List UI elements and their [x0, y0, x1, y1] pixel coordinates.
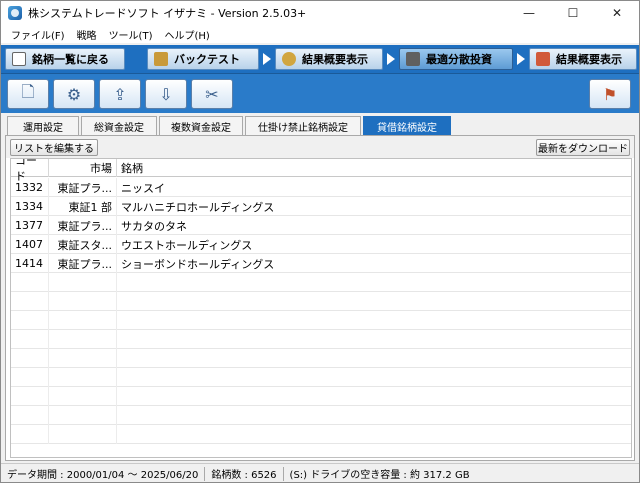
minimize-button[interactable]: —	[507, 1, 551, 25]
flow-arrow-icon	[387, 53, 395, 65]
money-bag-icon	[154, 52, 168, 66]
close-button[interactable]: ✕	[595, 1, 639, 25]
status-bar: データ期間 : 2000/01/04 〜 2025/06/20 銘柄数 : 65…	[1, 463, 639, 482]
tab-margin-stocks[interactable]: 貸借銘柄設定	[363, 116, 451, 135]
stock-table: コード 市場 銘柄 1332 東証プラ... ニッスイ 1334 東証1 部 マ…	[10, 158, 632, 458]
cell-name: ショーボンドホールディングス	[121, 257, 275, 271]
cell-name: マルハニチロホールディングス	[121, 200, 275, 214]
empty-row	[11, 368, 631, 387]
table-row[interactable]: 1407 東証スタ... ウエストホールディングス	[11, 235, 631, 254]
workflow-nav: 銘柄一覧に戻る バックテスト 結果概要表示 最適分散投資 結果概要表示	[1, 45, 639, 73]
title-bar: 株システムトレードソフト イザナミ - Version 2.5.03+ — ☐ …	[1, 1, 639, 25]
stock-count-status: 銘柄数 : 6526	[205, 466, 284, 481]
panel-toolbar: リストを編集する 最新をダウンロード	[6, 136, 634, 158]
import-button[interactable]: ⇩	[145, 79, 187, 109]
margin-stocks-panel: リストを編集する 最新をダウンロード コード 市場 銘柄 1332 東証プラ..…	[5, 135, 635, 461]
tools-button[interactable]: ✂	[191, 79, 233, 109]
flow-arrow-icon	[517, 53, 525, 65]
tools-icon: ✂	[205, 84, 219, 104]
cell-name: ニッスイ	[121, 181, 165, 195]
app-logo-icon	[8, 6, 22, 20]
table-header: コード 市場 銘柄	[11, 159, 631, 183]
cell-code: 1414	[11, 254, 49, 273]
eye-icon	[12, 52, 26, 66]
menu-tools[interactable]: ツール(T)	[103, 27, 159, 42]
nav-label: 最適分散投資	[426, 53, 492, 66]
tab-multiple-funds[interactable]: 複数資金設定	[159, 116, 243, 135]
download-latest-button[interactable]: 最新をダウンロード	[536, 139, 630, 156]
cell-name: ウエストホールディングス	[121, 238, 253, 252]
empty-row	[11, 406, 631, 425]
stamp-icon: ⚑	[602, 84, 618, 104]
document-icon: 🗋	[21, 81, 35, 101]
cell-code: 1407	[11, 235, 49, 254]
stamp-button[interactable]: ⚑	[589, 79, 631, 109]
cell-code: 1377	[11, 216, 49, 235]
settings-button[interactable]: ⚙	[53, 79, 95, 109]
nav-result-summary-button[interactable]: 結果概要表示	[275, 48, 383, 70]
nav-label: 結果概要表示	[556, 53, 622, 66]
app-window: 株システムトレードソフト イザナミ - Version 2.5.03+ — ☐ …	[0, 0, 640, 483]
nav-result-summary-2-button[interactable]: 結果概要表示	[529, 48, 637, 70]
window-controls: — ☐ ✕	[507, 1, 639, 25]
cell-code: 1334	[11, 197, 49, 216]
table-row[interactable]: 1414 東証プラ... ショーボンドホールディングス	[11, 254, 631, 273]
settings-icon: ⚙	[66, 84, 82, 104]
export-button[interactable]: ⇪	[99, 79, 141, 109]
menu-file[interactable]: ファイル(F)	[5, 27, 71, 42]
cell-market: 東証プラ...	[49, 216, 117, 235]
settings-tabs: 運用設定 総資金設定 複数資金設定 仕掛け禁止銘柄設定 貸借銘柄設定	[1, 113, 639, 135]
empty-row	[11, 330, 631, 349]
menu-help[interactable]: ヘルプ(H)	[158, 27, 215, 42]
nav-back-to-list-button[interactable]: 銘柄一覧に戻る	[5, 48, 125, 70]
tab-total-funds[interactable]: 総資金設定	[81, 116, 157, 135]
chart-icon	[536, 52, 550, 66]
maximize-button[interactable]: ☐	[551, 1, 595, 25]
nav-backtest-button[interactable]: バックテスト	[147, 48, 259, 70]
coins-icon	[282, 52, 296, 66]
nav-optimal-diversification-button[interactable]: 最適分散投資	[399, 48, 513, 70]
table-row[interactable]: 1334 東証1 部 マルハニチロホールディングス	[11, 197, 631, 216]
empty-row	[11, 292, 631, 311]
new-document-button[interactable]: 🗋	[7, 79, 49, 109]
window-title: 株システムトレードソフト イザナミ - Version 2.5.03+	[28, 7, 307, 20]
empty-row	[11, 273, 631, 292]
column-header-code[interactable]: コード	[11, 159, 49, 183]
cell-market: 東証1 部	[49, 197, 117, 216]
menu-bar: ファイル(F) 戦略 ツール(T) ヘルプ(H)	[1, 25, 639, 43]
data-period-status: データ期間 : 2000/01/04 〜 2025/06/20	[1, 466, 206, 481]
nav-label: バックテスト	[174, 53, 240, 66]
cell-market: 東証プラ...	[49, 178, 117, 197]
column-header-market[interactable]: 市場	[49, 159, 117, 177]
cell-name: サカタのタネ	[121, 219, 187, 233]
nav-label: 銘柄一覧に戻る	[32, 53, 109, 66]
calculator-icon	[406, 52, 420, 66]
flow-arrow-icon	[263, 53, 271, 65]
empty-row	[11, 311, 631, 330]
empty-row	[11, 387, 631, 406]
table-row[interactable]: 1377 東証プラ... サカタのタネ	[11, 216, 631, 235]
edit-list-button[interactable]: リストを編集する	[10, 139, 98, 156]
disk-free-status: (S:) ドライブの空き容量 : 約 317.2 GB	[289, 470, 470, 481]
menu-strategy[interactable]: 戦略	[71, 27, 103, 42]
empty-row	[11, 425, 631, 444]
empty-row	[11, 349, 631, 368]
nav-label: 結果概要表示	[302, 53, 368, 66]
main-toolbar: 🗋 ⚙ ⇪ ⇩ ✂ ⚑	[1, 73, 639, 113]
tab-operation-settings[interactable]: 運用設定	[7, 116, 79, 135]
cell-market: 東証スタ...	[49, 235, 117, 254]
tab-entry-prohibited[interactable]: 仕掛け禁止銘柄設定	[245, 116, 361, 135]
column-header-name[interactable]: 銘柄	[117, 159, 631, 177]
cell-market: 東証プラ...	[49, 254, 117, 273]
cell-code: 1332	[11, 178, 49, 197]
export-icon: ⇪	[113, 84, 127, 104]
import-icon: ⇩	[159, 84, 173, 104]
table-row[interactable]: 1332 東証プラ... ニッスイ	[11, 178, 631, 197]
